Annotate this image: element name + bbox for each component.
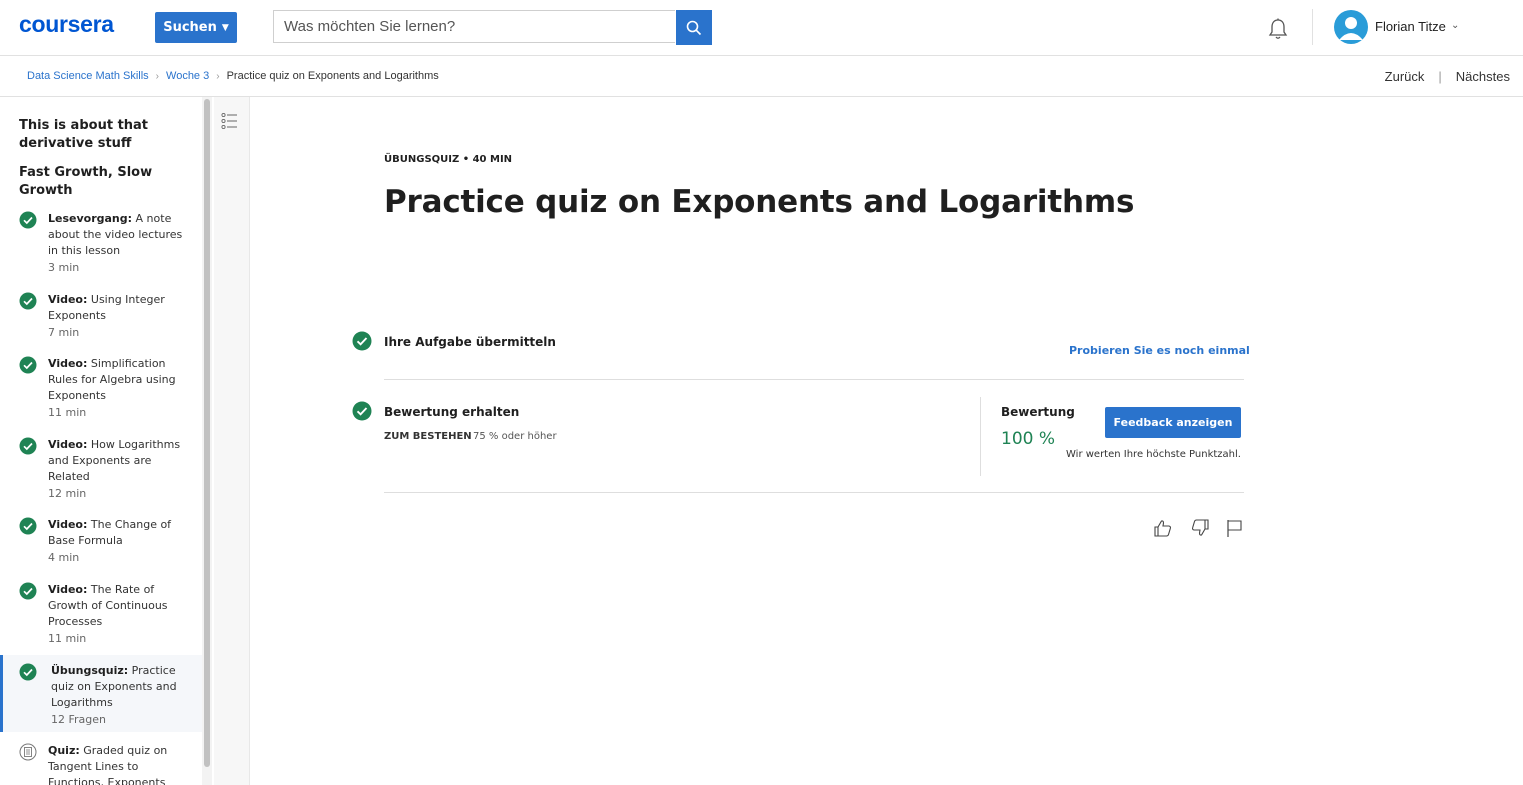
top-navigation: coursera Suchen ▼ Florian Titze ⌄ (0, 0, 1523, 56)
back-button[interactable]: Zurück (1385, 69, 1425, 84)
check-icon (19, 437, 37, 455)
search-menu-button[interactable]: Suchen ▼ (155, 12, 237, 43)
header-divider (1312, 9, 1313, 45)
thumbs-down-icon[interactable] (1190, 518, 1210, 538)
sidebar-item-label: Video: How Logarithms and Exponents are … (48, 437, 188, 485)
item-type: Quiz: (48, 744, 80, 757)
pager-divider: | (1438, 69, 1442, 84)
user-name[interactable]: Florian Titze (1375, 19, 1446, 34)
item-meta: 12 Fragen (51, 713, 107, 726)
item-meta: 4 min (48, 551, 80, 564)
search-input[interactable] (273, 10, 675, 43)
item-kicker: ÜBUNGSQUIZ • 40 MIN (384, 154, 513, 165)
outline-rail (214, 97, 250, 785)
sidebar-item-practice-quiz[interactable]: Übungsquiz: Practice quiz on Exponents a… (0, 655, 202, 732)
item-type: Video: (48, 438, 88, 451)
sidebar-item-label: Video: Using Integer Exponents (48, 292, 188, 324)
item-type: Übungsquiz: (51, 664, 129, 677)
check-icon (352, 401, 372, 421)
sidebar-item-label: Video: The Rate of Growth of Continuous … (48, 582, 188, 630)
pass-value: 75 % oder höher (473, 431, 557, 442)
chevron-down-icon[interactable]: ⌄ (1451, 20, 1459, 31)
bell-icon (1268, 18, 1288, 39)
sidebar-item-video[interactable]: Video: The Change of Base Formula 4 min (0, 517, 202, 564)
chevron-right-icon: › (155, 70, 160, 82)
sidebar-item-label: Übungsquiz: Practice quiz on Exponents a… (51, 663, 188, 711)
section-title[interactable]: This is about that derivative stuff (19, 117, 179, 153)
submit-row-title: Ihre Aufgabe übermitteln (384, 335, 556, 349)
check-icon (19, 356, 37, 374)
chevron-down-icon: ▼ (221, 23, 229, 33)
sidebar-item-video[interactable]: Video: The Rate of Growth of Continuous … (0, 582, 202, 645)
retry-link[interactable]: Probieren Sie es noch einmal (1069, 344, 1250, 357)
avatar-icon (1339, 17, 1363, 40)
search-icon (686, 20, 702, 35)
item-meta: 12 min (48, 487, 87, 500)
item-meta: 7 min (48, 326, 80, 339)
sidebar-scrollbar-thumb[interactable] (204, 99, 210, 767)
search-submit-button[interactable] (676, 10, 712, 45)
section-title[interactable]: Fast Growth, Slow Growth (19, 164, 179, 200)
next-button[interactable]: Nächstes (1456, 69, 1510, 84)
check-icon (19, 211, 37, 229)
grade-divider (980, 397, 981, 476)
grade-label: Bewertung (1001, 405, 1075, 419)
pass-label: ZUM BESTEHEN (384, 431, 472, 442)
feedback-button[interactable]: Feedback anzeigen (1105, 407, 1241, 438)
sidebar-item-label: Lesevorgang: A note about the video lect… (48, 211, 188, 259)
page-title: Practice quiz on Exponents and Logarithm… (384, 184, 1135, 220)
sidebar-item-label: Video: Simplification Rules for Algebra … (48, 356, 188, 404)
sidebar-item-label: Video: The Change of Base Formula (48, 517, 188, 549)
quiz-icon (19, 743, 37, 761)
item-meta: 11 min (48, 632, 87, 645)
check-icon (19, 517, 37, 535)
item-meta: 11 min (48, 406, 87, 419)
check-icon (19, 582, 37, 600)
notifications-button[interactable] (1266, 17, 1290, 41)
item-meta: 3 min (48, 261, 80, 274)
sidebar-item-video[interactable]: Video: Using Integer Exponents 7 min (0, 292, 202, 339)
item-type: Video: (48, 293, 88, 306)
item-type: Video: (48, 518, 88, 531)
item-type: Video: (48, 583, 88, 596)
search-menu-label: Suchen (163, 20, 217, 35)
sidebar-item-video[interactable]: Video: How Logarithms and Exponents are … (0, 437, 202, 500)
course-sidebar: This is about that derivative stuff Fast… (0, 97, 203, 785)
breadcrumb-week[interactable]: Woche 3 (166, 70, 209, 82)
divider (384, 492, 1244, 493)
breadcrumb-course[interactable]: Data Science Math Skills (27, 70, 149, 82)
grade-row-title: Bewertung erhalten (384, 405, 520, 419)
item-type: Lesevorgang: (48, 212, 133, 225)
outline-list-icon[interactable] (221, 112, 239, 130)
breadcrumb-current: Practice quiz on Exponents and Logarithm… (226, 70, 439, 82)
check-icon (352, 331, 372, 351)
breadcrumb: Data Science Math Skills › Woche 3 › Pra… (27, 70, 439, 82)
sidebar-item-reading[interactable]: Lesevorgang: A note about the video lect… (0, 211, 202, 274)
sidebar-item-graded-quiz[interactable]: Quiz: Graded quiz on Tangent Lines to Fu… (0, 743, 202, 785)
thumbs-up-icon[interactable] (1153, 518, 1173, 538)
check-icon (19, 663, 37, 681)
check-icon (19, 292, 37, 310)
grade-value: 100 % (1001, 429, 1056, 449)
grade-note: Wir werten Ihre höchste Punktzahl. (1066, 449, 1241, 460)
chevron-right-icon: › (216, 70, 220, 82)
item-type: Video: (48, 357, 88, 370)
sidebar-item-label: Quiz: Graded quiz on Tangent Lines to Fu… (48, 743, 188, 785)
coursera-logo[interactable]: coursera (19, 11, 114, 38)
sidebar-item-video[interactable]: Video: Simplification Rules for Algebra … (0, 356, 202, 419)
flag-icon[interactable] (1225, 518, 1245, 538)
breadcrumb-bar: Data Science Math Skills › Woche 3 › Pra… (0, 56, 1523, 97)
divider (384, 379, 1244, 380)
avatar[interactable] (1334, 10, 1368, 44)
item-pager: Zurück | Nächstes (1385, 69, 1510, 84)
